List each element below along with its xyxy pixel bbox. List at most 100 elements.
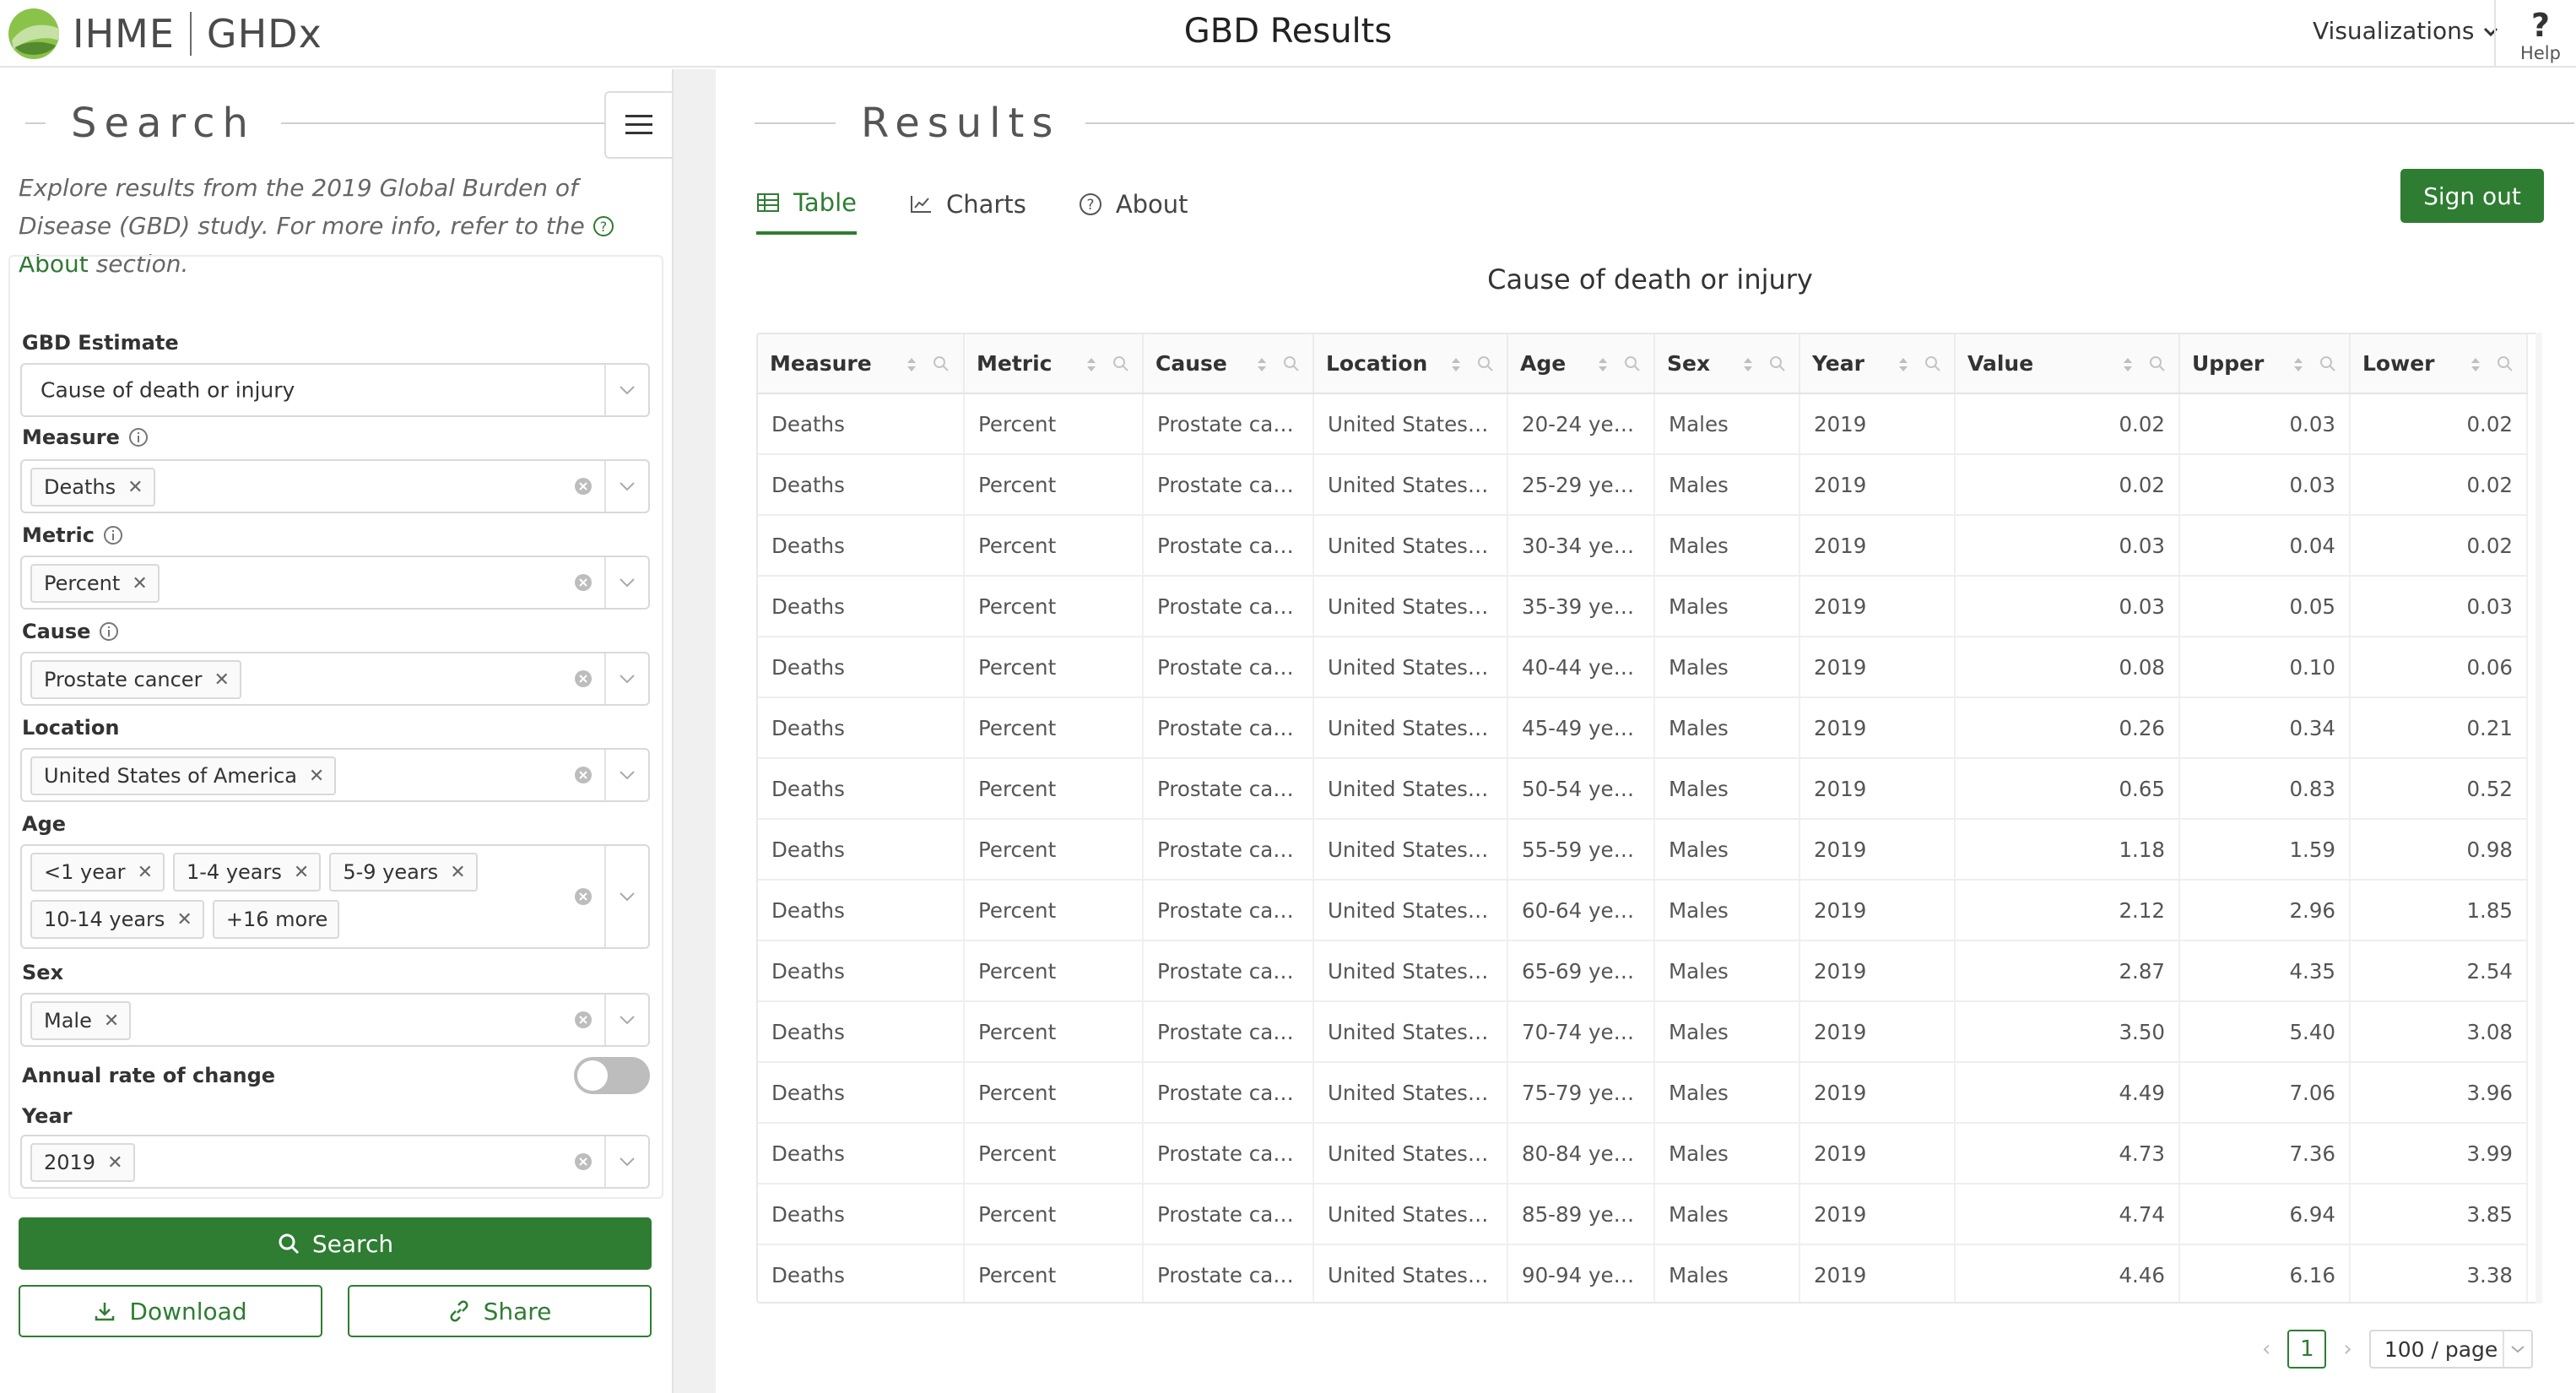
- gbd-estimate-value: Cause of death or injury: [41, 377, 295, 403]
- sort-icon[interactable]: [905, 355, 918, 375]
- clear-icon[interactable]: [574, 477, 593, 496]
- year-select[interactable]: 2019 ✕: [20, 1135, 650, 1189]
- clear-icon[interactable]: [574, 887, 593, 906]
- remove-tag-icon[interactable]: ✕: [214, 669, 229, 691]
- remove-tag-icon[interactable]: ✕: [104, 1011, 119, 1032]
- clear-icon[interactable]: [574, 573, 593, 592]
- search-button[interactable]: Search: [19, 1217, 652, 1270]
- share-button[interactable]: Share: [348, 1285, 652, 1337]
- metric-label: Metric: [22, 523, 123, 547]
- metric-select[interactable]: Percent ✕: [20, 556, 650, 610]
- column-header-cause[interactable]: Cause: [1143, 334, 1314, 394]
- tab-charts[interactable]: Charts: [909, 174, 1026, 235]
- table-cell-cause: Prostate cancer: [1143, 819, 1314, 881]
- column-search-icon[interactable]: [1476, 355, 1495, 373]
- hamburger-menu-button[interactable]: [604, 91, 672, 159]
- chevron-down-icon[interactable]: [604, 750, 648, 800]
- clear-icon[interactable]: [574, 1152, 593, 1171]
- column-header-sex[interactable]: Sex: [1654, 334, 1800, 394]
- column-header-age[interactable]: Age: [1507, 334, 1655, 394]
- column-search-icon[interactable]: [1112, 355, 1130, 373]
- table-cell-metric: Percent: [964, 1184, 1144, 1245]
- remove-tag-icon[interactable]: ✕: [450, 862, 465, 883]
- tab-table[interactable]: Table: [756, 174, 857, 235]
- table-cell-lower: 1.85: [2350, 880, 2528, 941]
- remove-tag-icon[interactable]: ✕: [127, 477, 143, 498]
- download-button[interactable]: Download: [19, 1285, 322, 1337]
- sign-out-button[interactable]: Sign out: [2400, 169, 2544, 223]
- sort-icon[interactable]: [2469, 355, 2482, 375]
- column-header-measure[interactable]: Measure: [758, 334, 965, 394]
- clear-icon[interactable]: [574, 766, 593, 784]
- prev-page-icon[interactable]: ‹: [2262, 1336, 2270, 1362]
- sort-icon[interactable]: [1596, 355, 1610, 375]
- table-scrollbar[interactable]: [2535, 333, 2542, 1304]
- clear-icon[interactable]: [574, 669, 593, 688]
- sort-icon[interactable]: [2292, 355, 2305, 375]
- remove-tag-icon[interactable]: ✕: [294, 862, 309, 883]
- table-cell-sex: Males: [1654, 515, 1800, 577]
- sort-icon[interactable]: [2121, 355, 2135, 375]
- page-number-button[interactable]: 1: [2287, 1330, 2327, 1369]
- annual-rate-toggle[interactable]: [574, 1057, 650, 1094]
- column-search-icon[interactable]: [1768, 355, 1787, 373]
- age-select[interactable]: <1 year ✕ 1-4 years ✕ 5-9 years ✕ 10-14 yea…: [20, 844, 650, 949]
- cause-select[interactable]: Prostate cancer ✕: [20, 652, 650, 706]
- info-icon[interactable]: [128, 427, 149, 447]
- sidebar-divider[interactable]: [672, 69, 716, 1393]
- remove-tag-icon[interactable]: ✕: [107, 1152, 122, 1173]
- chevron-down-icon[interactable]: [604, 1136, 648, 1187]
- remove-tag-icon[interactable]: ✕: [176, 909, 192, 930]
- table-cell-upper: 6.16: [2179, 1244, 2351, 1302]
- clear-icon[interactable]: [574, 1011, 593, 1029]
- chevron-down-icon[interactable]: [604, 653, 648, 704]
- column-header-location[interactable]: Location: [1313, 334, 1508, 394]
- remove-tag-icon[interactable]: ✕: [132, 573, 147, 594]
- age-more-tag[interactable]: +16 more: [212, 900, 340, 939]
- column-header-metric[interactable]: Metric: [964, 334, 1144, 394]
- info-icon[interactable]: [103, 525, 123, 545]
- measure-select[interactable]: Deaths ✕: [20, 459, 650, 513]
- chevron-down-icon[interactable]: [604, 995, 648, 1045]
- column-search-icon[interactable]: [2496, 355, 2514, 373]
- table-cell-upper: 0.10: [2179, 637, 2351, 698]
- age-tag: <1 year ✕: [30, 853, 165, 892]
- sort-icon[interactable]: [1741, 355, 1755, 375]
- column-search-icon[interactable]: [1282, 355, 1301, 373]
- visualizations-menu[interactable]: Visualizations: [2313, 17, 2499, 45]
- info-icon[interactable]: [99, 621, 119, 642]
- age-label: Age: [22, 812, 67, 836]
- table-cell-measure: Deaths: [758, 758, 965, 820]
- help-button[interactable]: ? Help: [2515, 7, 2566, 62]
- table-cell-year: 2019: [1799, 1123, 1956, 1184]
- column-search-icon[interactable]: [1623, 355, 1642, 373]
- sort-icon[interactable]: [1449, 355, 1463, 375]
- remove-tag-icon[interactable]: ✕: [309, 766, 324, 787]
- sort-icon[interactable]: [1897, 355, 1910, 375]
- sort-icon[interactable]: [1255, 355, 1269, 375]
- page-size-select[interactable]: 100 / page: [2368, 1330, 2533, 1369]
- table-cell-location: United States o...: [1313, 1244, 1508, 1302]
- table-cell-metric: Percent: [964, 819, 1144, 881]
- sort-icon[interactable]: [1085, 355, 1098, 375]
- sex-select[interactable]: Male ✕: [20, 993, 650, 1047]
- table-cell-year: 2019: [1799, 393, 1956, 455]
- column-search-icon[interactable]: [932, 355, 950, 373]
- column-header-year[interactable]: Year: [1799, 334, 1956, 394]
- column-search-icon[interactable]: [1924, 355, 1942, 373]
- column-search-icon[interactable]: [2319, 355, 2337, 373]
- column-search-icon[interactable]: [2148, 355, 2167, 373]
- chevron-down-icon[interactable]: [604, 846, 648, 947]
- next-page-icon[interactable]: ›: [2343, 1336, 2351, 1362]
- column-header-upper[interactable]: Upper: [2179, 334, 2351, 394]
- column-header-lower[interactable]: Lower: [2350, 334, 2528, 394]
- location-select[interactable]: United States of America ✕: [20, 748, 650, 802]
- column-header-value[interactable]: Value: [1955, 334, 2180, 394]
- gbd-estimate-select[interactable]: Cause of death or injury: [20, 363, 650, 417]
- table-header-row: Measure Metric Cause Location Age Sex Year Valu…: [758, 334, 2528, 394]
- chevron-down-icon[interactable]: [604, 365, 648, 415]
- chevron-down-icon[interactable]: [604, 557, 648, 608]
- chevron-down-icon[interactable]: [604, 461, 648, 512]
- remove-tag-icon[interactable]: ✕: [138, 862, 153, 883]
- tab-about[interactable]: ? About: [1079, 174, 1188, 235]
